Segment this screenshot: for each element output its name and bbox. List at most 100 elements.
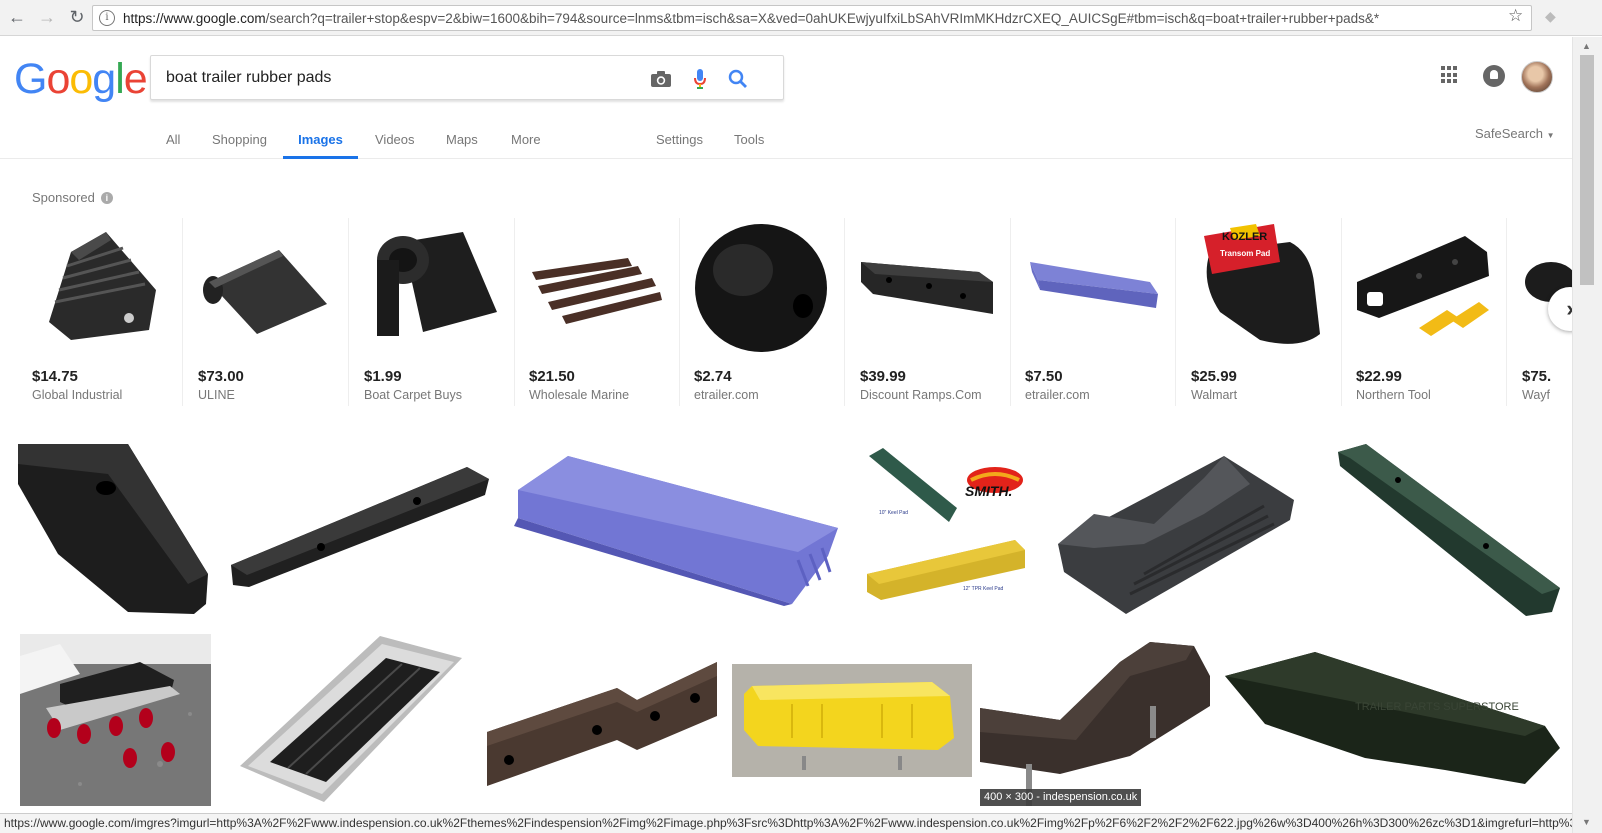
notifications-bell-icon[interactable] bbox=[1483, 65, 1505, 87]
image-label: 12" TPR Keel Pad bbox=[963, 586, 1004, 592]
tab-images[interactable]: Images bbox=[283, 127, 358, 159]
search-box bbox=[150, 55, 784, 100]
product-text: Transom Pad bbox=[1220, 249, 1270, 258]
product-price: $39.99 bbox=[860, 368, 906, 385]
tab-more[interactable]: More bbox=[511, 127, 541, 159]
shopping-card[interactable]: $2.74 etrailer.com bbox=[677, 218, 845, 406]
back-icon[interactable]: ← bbox=[4, 5, 30, 31]
forward-icon[interactable]: → bbox=[34, 5, 60, 31]
image-result[interactable]: 400 × 300 - indespension.co.uk bbox=[980, 636, 1210, 806]
product-price: $1.99 bbox=[364, 368, 402, 385]
tab-videos[interactable]: Videos bbox=[375, 127, 415, 159]
product-store: etrailer.com bbox=[1025, 388, 1090, 402]
image-result[interactable] bbox=[732, 664, 972, 777]
reload-icon[interactable]: ↻ bbox=[64, 5, 90, 31]
logo-letter: g bbox=[92, 55, 116, 103]
shopping-carousel: $14.75 Global Industrial $73.00 ULINE $1… bbox=[15, 218, 1572, 408]
product-price: $21.50 bbox=[529, 368, 575, 385]
safesearch-dropdown[interactable]: SafeSearch ▼ bbox=[1475, 126, 1554, 141]
search-tabs: All Shopping Images Videos Maps More Set… bbox=[0, 121, 1572, 159]
product-image bbox=[861, 262, 993, 314]
info-icon[interactable]: i bbox=[99, 10, 115, 26]
logo-letter: e bbox=[123, 55, 148, 103]
microphone-icon[interactable] bbox=[687, 66, 713, 92]
product-image bbox=[1030, 262, 1158, 308]
google-logo[interactable]: Google bbox=[14, 55, 148, 103]
product-store: etrailer.com bbox=[694, 388, 759, 402]
product-price: $2.74 bbox=[694, 368, 732, 385]
image-result[interactable] bbox=[1054, 444, 1299, 615]
image-result[interactable]: TRAILER PARTS SUPERSTORE bbox=[1225, 648, 1560, 788]
product-price: $25.99 bbox=[1191, 368, 1237, 385]
product-price: $73.00 bbox=[198, 368, 244, 385]
sponsored-label: Sponsored bbox=[32, 190, 95, 205]
search-input[interactable] bbox=[166, 66, 636, 90]
bookmark-star-icon[interactable]: ☆ bbox=[1508, 6, 1523, 26]
search-header: Google All Shopping Images Videos Maps M… bbox=[0, 37, 1572, 159]
brand-text: KOZLER bbox=[1222, 231, 1267, 243]
product-price: $75. bbox=[1522, 368, 1552, 385]
address-bar[interactable]: i https://www.google.com/search?q=traile… bbox=[92, 5, 1532, 31]
product-store: Wholesale Marine bbox=[529, 388, 630, 402]
page-scrollbar[interactable]: ▲ ▼ bbox=[1572, 37, 1602, 833]
scroll-up-icon[interactable]: ▲ bbox=[1582, 41, 1591, 51]
image-result[interactable]: 10" Keel Pad SMITH. 12" TPR Keel Pad bbox=[865, 444, 1030, 615]
dropbox-icon[interactable]: ◆ bbox=[1545, 8, 1556, 25]
product-store: Walmart bbox=[1191, 388, 1238, 402]
logo-letter: l bbox=[115, 55, 125, 103]
tab-settings[interactable]: Settings bbox=[656, 127, 703, 159]
scroll-down-icon[interactable]: ▼ bbox=[1582, 817, 1591, 827]
image-result[interactable] bbox=[487, 636, 717, 806]
apps-grid-icon[interactable] bbox=[1441, 66, 1459, 84]
shopping-card[interactable]: $21.50 Wholesale Marine bbox=[512, 218, 680, 406]
dropdown-arrow-icon: ▼ bbox=[1546, 131, 1555, 140]
tab-all[interactable]: All bbox=[166, 127, 180, 159]
tab-tools[interactable]: Tools bbox=[734, 127, 764, 159]
product-store: Boat Carpet Buys bbox=[364, 388, 462, 402]
product-image bbox=[377, 232, 497, 336]
product-price: $14.75 bbox=[32, 368, 78, 385]
product-image bbox=[49, 232, 156, 340]
logo-letter: o bbox=[46, 55, 70, 103]
tab-shopping[interactable]: Shopping bbox=[212, 127, 267, 159]
account-avatar[interactable] bbox=[1521, 61, 1553, 93]
shopping-card[interactable]: $73.00 ULINE bbox=[181, 218, 349, 406]
product-image bbox=[203, 250, 327, 334]
image-result[interactable] bbox=[240, 636, 462, 804]
image-result[interactable] bbox=[227, 461, 489, 589]
status-bar-url: https://www.google.com/imgres?imgurl=htt… bbox=[0, 813, 1572, 833]
product-price: $7.50 bbox=[1025, 368, 1063, 385]
smith-logo-text: SMITH. bbox=[965, 483, 1012, 499]
tab-maps[interactable]: Maps bbox=[446, 127, 478, 159]
product-image bbox=[1357, 236, 1489, 336]
shopping-card[interactable]: $22.99 Northern Tool bbox=[1339, 218, 1507, 406]
logo-letter: o bbox=[69, 55, 93, 103]
logo-letter: G bbox=[14, 55, 47, 103]
image-label: 10" Keel Pad bbox=[879, 510, 908, 516]
product-store: ULINE bbox=[198, 388, 235, 402]
scroll-thumb[interactable] bbox=[1580, 55, 1594, 285]
safesearch-label: SafeSearch bbox=[1475, 126, 1543, 141]
image-result[interactable] bbox=[20, 634, 211, 806]
shopping-card[interactable]: $39.99 Discount Ramps.Com bbox=[843, 218, 1011, 406]
camera-icon[interactable] bbox=[648, 66, 674, 92]
watermark-text: TRAILER PARTS SUPERSTORE bbox=[1355, 701, 1519, 713]
image-result[interactable] bbox=[18, 444, 210, 616]
image-result[interactable] bbox=[1336, 444, 1560, 621]
product-image bbox=[695, 224, 827, 352]
shopping-card[interactable]: $1.99 Boat Carpet Buys bbox=[347, 218, 515, 406]
image-size-caption: 400 × 300 - indespension.co.uk bbox=[980, 789, 1142, 806]
shopping-card[interactable]: $14.75 Global Industrial bbox=[15, 218, 183, 406]
info-icon[interactable]: i bbox=[100, 191, 113, 204]
search-icon[interactable] bbox=[725, 66, 751, 92]
url-host: https://www.google.com bbox=[123, 10, 266, 26]
product-image: KOZLER Transom Pad bbox=[1204, 224, 1320, 344]
product-store: Northern Tool bbox=[1356, 388, 1431, 402]
product-price: $22.99 bbox=[1356, 368, 1402, 385]
product-store: Wayf bbox=[1522, 388, 1551, 402]
shopping-card[interactable]: $7.50 etrailer.com bbox=[1008, 218, 1176, 406]
image-result[interactable] bbox=[508, 456, 841, 606]
shopping-card[interactable]: KOZLER Transom Pad $25.99 Walmart bbox=[1174, 218, 1342, 406]
product-store: Discount Ramps.Com bbox=[860, 388, 982, 402]
product-store: Global Industrial bbox=[32, 388, 123, 402]
